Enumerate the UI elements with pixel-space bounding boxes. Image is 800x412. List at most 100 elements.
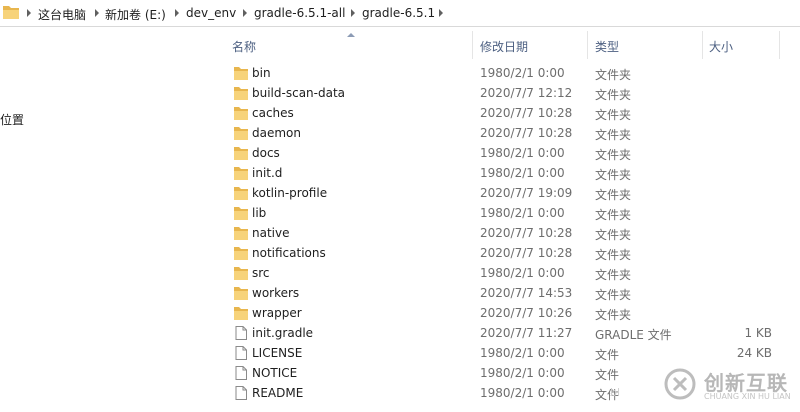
file-name: caches <box>252 106 294 120</box>
file-modified-date: 1980/2/1 0:00 <box>480 386 565 400</box>
folder-icon <box>234 227 248 240</box>
folder-icon <box>234 187 248 200</box>
column-header-name[interactable]: 名称 <box>232 38 256 55</box>
folder-icon <box>234 287 248 300</box>
breadcrumb-chevron-icon[interactable] <box>439 9 443 17</box>
file-name: src <box>252 266 270 280</box>
watermark-url: bl <box>610 386 621 399</box>
folder-icon <box>234 307 248 320</box>
folder-icon <box>234 147 248 160</box>
breadcrumb-item[interactable]: gradle-6.5.1-all <box>254 6 345 20</box>
file-icon <box>235 326 247 340</box>
file-modified-date: 2020/7/7 12:12 <box>480 86 573 100</box>
column-divider[interactable] <box>702 31 703 59</box>
file-row[interactable]: notifications 2020/7/7 10:28 文件夹 <box>214 243 800 263</box>
file-size: 1 KB <box>744 326 772 340</box>
folder-icon <box>3 6 19 19</box>
file-name: init.d <box>252 166 283 180</box>
file-row[interactable]: build-scan-data 2020/7/7 12:12 文件夹 <box>214 83 800 103</box>
file-name: daemon <box>252 126 301 140</box>
file-size: 24 KB <box>736 346 772 360</box>
file-type: 文件 <box>595 348 620 362</box>
file-modified-date: 1980/2/1 0:00 <box>480 66 565 80</box>
file-modified-date: 1980/2/1 0:00 <box>480 146 565 160</box>
file-name: NOTICE <box>252 366 298 380</box>
file-modified-date: 1980/2/1 0:00 <box>480 206 565 220</box>
column-header-type[interactable]: 类型 <box>595 38 619 55</box>
breadcrumb-chevron-icon[interactable] <box>243 9 247 17</box>
file-name: docs <box>252 146 280 160</box>
file-name: init.gradle <box>252 326 314 340</box>
watermark: 创新互联 CHUANG XIN HU LIAN <box>660 362 800 408</box>
folder-icon <box>234 87 248 100</box>
file-row[interactable]: LICENSE 1980/2/1 0:00 文件 24 KB <box>214 343 800 363</box>
file-icon <box>235 346 247 360</box>
file-type: 文件夹 <box>595 168 632 182</box>
navigation-pane[interactable]: 位置 <box>0 27 214 412</box>
file-row[interactable]: daemon 2020/7/7 10:28 文件夹 <box>214 123 800 143</box>
file-row[interactable]: native 2020/7/7 10:28 文件夹 <box>214 223 800 243</box>
file-row[interactable]: src 1980/2/1 0:00 文件夹 <box>214 263 800 283</box>
file-modified-date: 1980/2/1 0:00 <box>480 166 565 180</box>
breadcrumb-chevron-icon[interactable] <box>351 9 355 17</box>
breadcrumb-item[interactable]: gradle-6.5.1 <box>362 6 435 20</box>
file-modified-date: 1980/2/1 0:00 <box>480 346 565 360</box>
file-row[interactable]: kotlin-profile 2020/7/7 19:09 文件夹 <box>214 183 800 203</box>
file-row[interactable]: wrapper 2020/7/7 10:26 文件夹 <box>214 303 800 323</box>
column-header-modified[interactable]: 修改日期 <box>480 38 528 55</box>
breadcrumb-chevron-icon[interactable] <box>175 9 179 17</box>
file-modified-date: 2020/7/7 10:26 <box>480 306 573 320</box>
file-name: lib <box>252 206 267 220</box>
folder-icon <box>234 167 248 180</box>
file-name: workers <box>252 286 300 300</box>
file-row[interactable]: init.gradle 2020/7/7 11:27 GRADLE 文件 1 KB <box>214 323 800 343</box>
file-name: bin <box>252 66 271 80</box>
file-modified-date: 2020/7/7 10:28 <box>480 126 573 140</box>
breadcrumb-chevron-icon[interactable] <box>95 9 99 17</box>
breadcrumb-item[interactable]: 这台电脑 <box>38 6 86 23</box>
breadcrumb-chevron-icon[interactable] <box>27 9 31 17</box>
file-row[interactable]: docs 1980/2/1 0:00 文件夹 <box>214 143 800 163</box>
file-type: 文件夹 <box>595 68 632 82</box>
file-modified-date: 1980/2/1 0:00 <box>480 366 565 380</box>
folder-icon <box>234 107 248 120</box>
file-row[interactable]: init.d 1980/2/1 0:00 文件夹 <box>214 163 800 183</box>
file-type: 文件夹 <box>595 308 632 322</box>
file-name: notifications <box>252 246 326 260</box>
file-type: 文件夹 <box>595 128 632 142</box>
folder-icon <box>234 247 248 260</box>
file-row[interactable]: lib 1980/2/1 0:00 文件夹 <box>214 203 800 223</box>
file-type: GRADLE 文件 <box>595 328 672 342</box>
file-type: 文件夹 <box>595 248 632 262</box>
file-name: build-scan-data <box>252 86 346 100</box>
watermark-subtitle: CHUANG XIN HU LIAN <box>704 392 791 401</box>
file-type: 文件夹 <box>595 268 632 282</box>
breadcrumb-item[interactable]: 新加卷 (E:) <box>105 6 166 23</box>
column-divider[interactable] <box>587 31 588 59</box>
folder-icon <box>234 67 248 80</box>
nav-item-location[interactable]: 位置 <box>0 111 24 128</box>
file-row[interactable]: caches 2020/7/7 10:28 文件夹 <box>214 103 800 123</box>
file-type: 文件夹 <box>595 188 632 202</box>
sort-ascending-icon <box>347 33 355 37</box>
breadcrumb-item[interactable]: dev_env <box>186 6 236 20</box>
file-row[interactable]: bin 1980/2/1 0:00 文件夹 <box>214 63 800 83</box>
file-name: README <box>252 386 304 400</box>
file-icon <box>235 386 247 400</box>
address-bar[interactable]: 这台电脑 新加卷 (E:) dev_env gradle-6.5.1-all gradl… <box>0 0 800 27</box>
file-type: 文件夹 <box>595 88 632 102</box>
file-type: 文件夹 <box>595 108 632 122</box>
file-name: wrapper <box>252 306 302 320</box>
file-type: 文件夹 <box>595 288 632 302</box>
column-divider[interactable] <box>472 31 473 59</box>
file-type: 文件夹 <box>595 148 632 162</box>
file-row[interactable]: workers 2020/7/7 14:53 文件夹 <box>214 283 800 303</box>
file-type: 文件夹 <box>595 208 632 222</box>
file-type: 文件 <box>595 368 620 382</box>
file-modified-date: 1980/2/1 0:00 <box>480 266 565 280</box>
folder-icon <box>234 267 248 280</box>
column-divider[interactable] <box>779 31 780 59</box>
file-modified-date: 2020/7/7 14:53 <box>480 286 573 300</box>
column-header-size[interactable]: 大小 <box>709 38 733 55</box>
file-modified-date: 2020/7/7 10:28 <box>480 106 573 120</box>
